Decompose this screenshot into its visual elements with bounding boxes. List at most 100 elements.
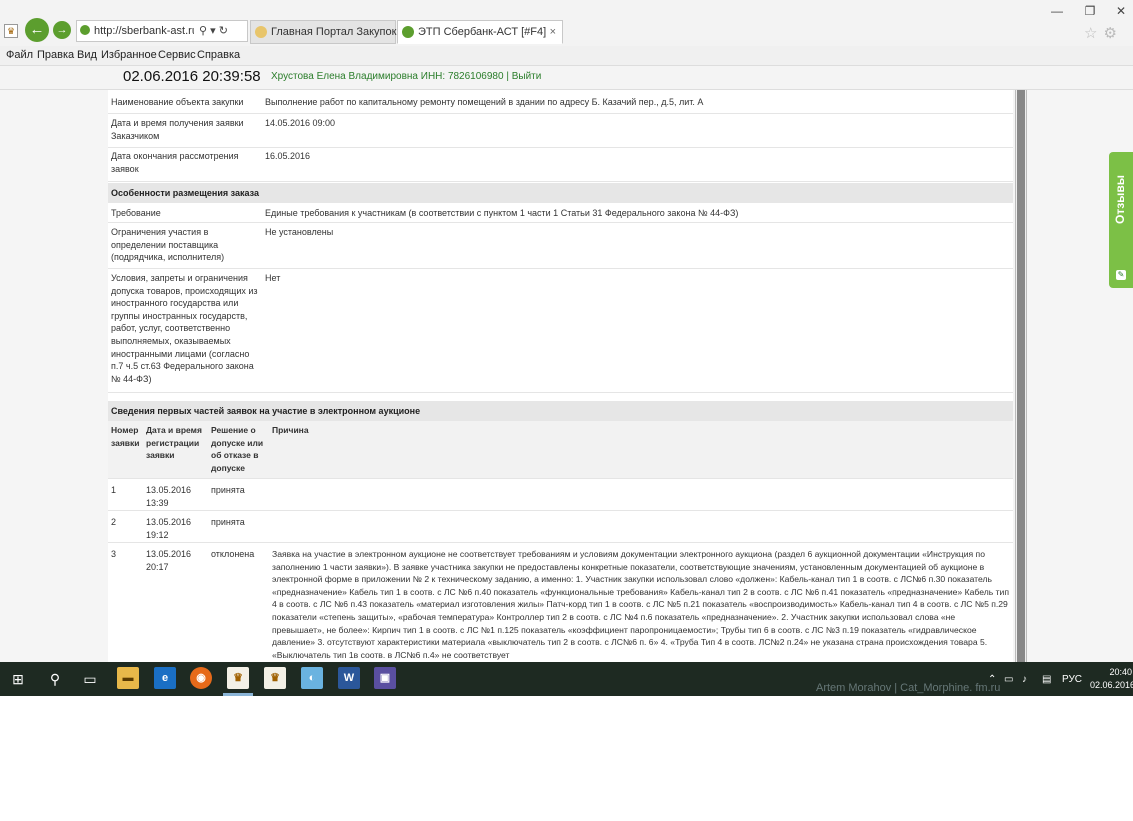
tab-sberbank-ast[interactable]: ЭТП Сбербанк-АСТ [#F4] × — [397, 20, 563, 44]
feedback-label: Отзывы — [1113, 174, 1127, 224]
word-icon[interactable]: W — [338, 667, 360, 689]
detail-label: Дата и время получения заявки Заказчиком — [111, 118, 244, 141]
section-title: Особенности размещения заказа — [111, 188, 259, 198]
close-window-button[interactable]: ✕ — [1109, 4, 1133, 18]
feature-row: Ограничения участия в определении постав… — [108, 223, 1013, 269]
detail-value: Выполнение работ по капитальному ремонту… — [265, 97, 704, 107]
feature-value: Нет — [265, 273, 281, 283]
menu-view[interactable]: Вид — [77, 49, 97, 61]
cell-decision: отклонена — [211, 549, 255, 559]
feature-label: Ограничения участия в определении постав… — [111, 227, 225, 263]
cell-decision: принята — [211, 485, 245, 495]
task-view-icon[interactable]: ▭ — [79, 668, 101, 690]
menu-tools[interactable]: Сервис — [158, 49, 196, 61]
detail-row: Дата и время получения заявки Заказчиком… — [108, 114, 1013, 148]
clock-time: 20:40 — [1109, 667, 1132, 677]
menu-file[interactable]: Файл — [6, 49, 33, 61]
edit-icon: ✎ — [1116, 270, 1126, 280]
table-row: 1 13.05.2016 13:39 принята — [108, 479, 1013, 511]
tab-label: ЭТП Сбербанк-АСТ [#F4] — [418, 26, 547, 38]
clock-date: 02.06.2016 — [1090, 680, 1133, 690]
sberbank-app-icon[interactable]: ♛ — [227, 667, 249, 689]
forward-button[interactable]: → — [53, 21, 71, 39]
column-header-number: Номер заявки — [111, 425, 140, 448]
detail-label: Наименование объекта закупки — [111, 97, 244, 107]
cell-number: 1 — [111, 485, 117, 495]
site-header: 02.06.2016 20:39:58 Хрустова Елена Влади… — [0, 66, 1133, 90]
windows-taskbar: ⊞ ⚲ ▭ ▬ e ◉ ♛ ♛ ◐ W ▣ Artem Morahov | Ca… — [0, 662, 1133, 696]
menu-edit[interactable]: Правка — [37, 49, 74, 61]
tab-favicon-icon — [402, 26, 414, 38]
address-bar[interactable]: http://sberbank-ast.ru/Viev ⚲ ▾ ↻ — [76, 20, 248, 42]
menu-bar: Файл Правка Вид Избранное Сервис Справка — [0, 46, 1133, 66]
cell-reason: Заявка на участие в электронном аукционе… — [272, 549, 1009, 660]
tray-chevron-icon[interactable]: ⌃ — [988, 674, 996, 685]
detail-value: 16.05.2016 — [265, 151, 311, 161]
cell-date: 13.05.2016 13:39 — [146, 485, 192, 508]
network-icon[interactable]: ▭ — [1004, 674, 1013, 685]
section-title: Сведения первых частей заявок на участие… — [111, 406, 421, 416]
current-datetime: 02.06.2016 20:39:58 — [123, 68, 261, 85]
search-icon[interactable]: ⚲ — [199, 25, 207, 37]
address-tools: ⚲ ▾ ↻ — [199, 24, 228, 37]
browser-toolbar-icons: ☆⚙ — [1084, 24, 1123, 42]
menu-favorites[interactable]: Избранное — [101, 49, 157, 61]
cell-date: 13.05.2016 19:12 — [146, 517, 192, 540]
address-url[interactable]: http://sberbank-ast.ru/Viev — [94, 25, 194, 37]
section-header-applications: Сведения первых частей заявок на участие… — [108, 401, 1013, 421]
scrollbar-thumb[interactable] — [1017, 90, 1025, 662]
feature-value: Единые требования к участникам (в соотве… — [265, 208, 739, 218]
volume-icon[interactable]: ♪ — [1022, 674, 1027, 685]
feedback-widget[interactable]: Отзывы ✎ — [1109, 152, 1133, 288]
search-icon[interactable]: ⚲ — [44, 668, 66, 690]
file-explorer-icon[interactable]: ▬ — [117, 667, 139, 689]
detail-row: Наименование объекта закупки Выполнение … — [108, 90, 1013, 114]
feature-label: Требование — [111, 208, 161, 218]
feature-value: Не установлены — [265, 227, 334, 237]
column-header-reason: Причина — [272, 425, 309, 435]
feature-row: Требование Единые требования к участника… — [108, 203, 1013, 223]
cell-decision: принята — [211, 517, 245, 527]
cell-number: 3 — [111, 549, 117, 559]
table-row: 2 13.05.2016 19:12 принята — [108, 511, 1013, 543]
save-disk-icon[interactable]: ▣ — [374, 667, 396, 689]
title-bar: — ❐ ✕ ♛ ← → http://sberbank-ast.ru/Viev … — [0, 0, 1133, 46]
detail-row: Дата окончания рассмотрения заявок 16.05… — [108, 148, 1013, 182]
minimize-button[interactable]: — — [1045, 4, 1069, 18]
restore-button[interactable]: ❐ — [1078, 4, 1102, 18]
user-info-logout[interactable]: Хрустова Елена Владимировна ИНН: 7826106… — [271, 71, 541, 82]
back-arrow-icon: ← — [29, 21, 45, 38]
system-clock[interactable]: 20:40 02.06.2016 — [1090, 666, 1133, 692]
vertical-scrollbar[interactable] — [1015, 90, 1027, 662]
browser-chrome: — ❐ ✕ ♛ ← → http://sberbank-ast.ru/Viev … — [0, 0, 1133, 66]
sberbank-app-icon[interactable]: ♛ — [264, 667, 286, 689]
table-row: 3 13.05.2016 20:17 отклонена Заявка на у… — [108, 543, 1013, 662]
refresh-icon[interactable]: ↻ — [219, 25, 228, 37]
tab-close-icon[interactable]: × — [550, 26, 556, 38]
table-header-row: Номер заявки Дата и время регистрации за… — [108, 421, 1013, 479]
column-header-date: Дата и время регистрации заявки — [146, 425, 202, 461]
back-button[interactable]: ← — [25, 18, 49, 42]
column-header-decision: Решение о допуске или об отказе в допуск… — [211, 425, 264, 473]
cell-date: 13.05.2016 20:17 — [146, 549, 192, 572]
tab-main-portal[interactable]: Главная Портал Закупок — [250, 20, 396, 44]
menu-help[interactable]: Справка — [197, 49, 240, 61]
settings-gear-icon[interactable]: ⚙ — [1103, 25, 1122, 42]
dropdown-icon[interactable]: ▾ — [210, 25, 216, 37]
feature-label: Условия, запреты и ограничения допуска т… — [111, 273, 258, 384]
internet-explorer-icon[interactable]: e — [154, 667, 176, 689]
firefox-icon[interactable]: ◉ — [190, 667, 212, 689]
feature-row: Условия, запреты и ограничения допуска т… — [108, 269, 1013, 393]
photos-icon[interactable]: ◐ — [301, 667, 323, 689]
detail-value: 14.05.2016 09:00 — [265, 118, 336, 128]
active-app-indicator — [223, 693, 253, 696]
procedure-content: Наименование объекта закупки Выполнение … — [108, 90, 1013, 662]
tab-label: Главная Портал Закупок — [271, 26, 397, 38]
detail-label: Дата окончания рассмотрения заявок — [111, 151, 239, 174]
language-indicator[interactable]: РУС — [1062, 674, 1082, 685]
cell-number: 2 — [111, 517, 117, 527]
notifications-icon[interactable]: ▤ — [1042, 674, 1051, 685]
favorites-star-icon[interactable]: ☆ — [1084, 25, 1103, 42]
windows-start-icon[interactable]: ⊞ — [7, 668, 29, 690]
wallpaper-caption: Artem Morahov | Cat_Morphine. fm.ru — [816, 682, 1001, 694]
